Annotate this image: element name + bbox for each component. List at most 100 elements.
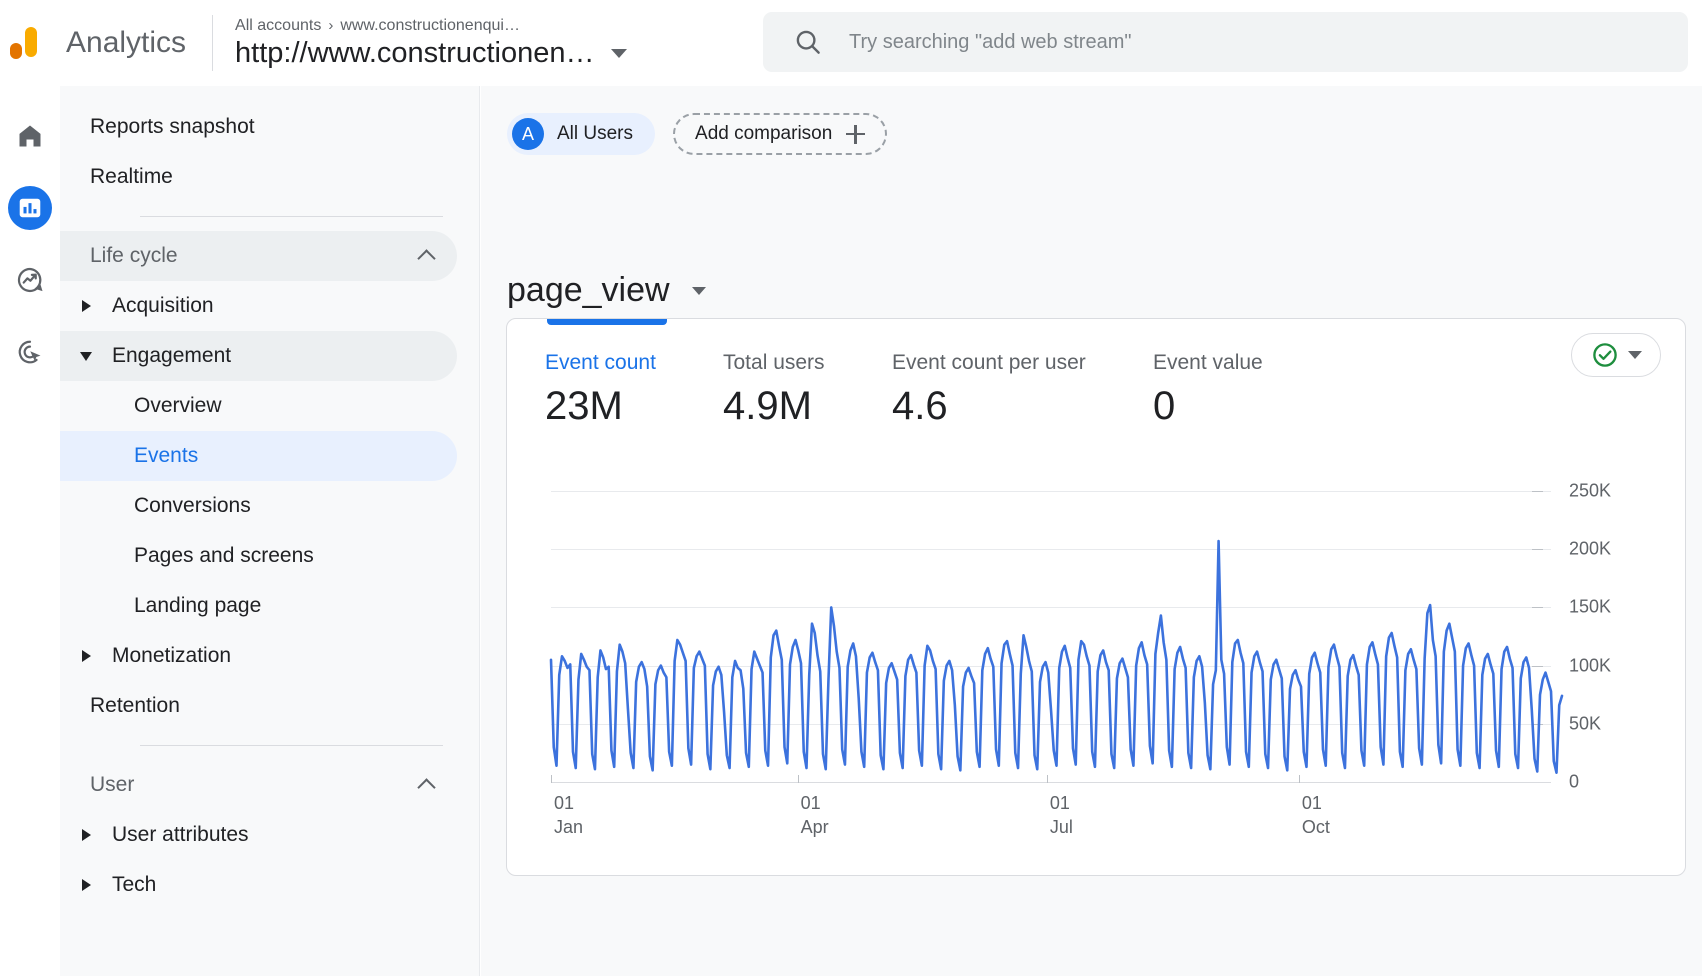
metric-value: 4.6 xyxy=(892,384,948,428)
metric-event-value[interactable]: Event value 0 xyxy=(1153,351,1353,429)
ads-click-target-icon xyxy=(18,340,41,364)
search-bar[interactable]: Try searching "add web stream" xyxy=(763,12,1688,72)
triangle-right-icon[interactable] xyxy=(60,879,112,891)
metric-label: Event value xyxy=(1153,351,1263,374)
metric-value: 23M xyxy=(545,384,623,428)
sidebar-item-label: Conversions xyxy=(134,494,251,517)
rail-reports-button[interactable] xyxy=(8,186,52,230)
sidebar-item-overview[interactable]: Overview xyxy=(60,381,457,431)
page-title: page_view xyxy=(507,271,670,309)
chart-x-tick-label: 01 Jan xyxy=(554,793,584,837)
breadcrumb-separator-icon: › xyxy=(328,17,334,34)
chart-x-tick-label: 01 Apr xyxy=(800,793,829,837)
sidebar-divider-1 xyxy=(140,216,443,217)
add-comparison-label: Add comparison xyxy=(695,123,833,144)
chevron-up-icon[interactable] xyxy=(417,778,436,797)
breadcrumb-root: All accounts xyxy=(235,16,322,34)
sidebar-item-events[interactable]: Events xyxy=(60,431,457,481)
property-title[interactable]: http://www.constructionen… xyxy=(235,36,627,70)
main-content: A All Users Add comparison page_view Eve… xyxy=(481,86,1702,976)
avatar: A xyxy=(512,118,544,150)
bar-chart-icon xyxy=(19,198,41,218)
sidebar-section-user[interactable]: User xyxy=(60,760,457,810)
sidebar-item-monetization[interactable]: Monetization xyxy=(60,631,457,681)
sidebar-item-label: Events xyxy=(134,444,199,467)
plus-icon xyxy=(846,124,866,144)
data-quality-button[interactable] xyxy=(1571,333,1661,377)
sidebar-section-label: Life cycle xyxy=(90,244,178,267)
search-input[interactable]: Try searching "add web stream" xyxy=(849,31,1131,54)
breadcrumb: All accounts › www.constructionenqui… xyxy=(235,17,626,35)
metric-label: Event count xyxy=(545,351,656,374)
rail-explore-button[interactable] xyxy=(8,258,52,302)
sidebar-item-landing-page[interactable]: Landing page xyxy=(60,581,457,631)
event-overview-card: Event count 23M Total users 4.9M Event c… xyxy=(506,318,1686,876)
chart-series-path xyxy=(549,539,1564,774)
rail-home-button[interactable] xyxy=(8,114,52,158)
triangle-right-icon[interactable] xyxy=(60,650,112,662)
property-name: http://www.constructionen… xyxy=(235,36,595,69)
sidebar-item-label: User attributes xyxy=(112,823,249,846)
sidebar-item-label: Tech xyxy=(112,873,157,896)
header-divider xyxy=(212,15,214,71)
chevron-down-icon[interactable] xyxy=(691,286,706,295)
sidebar-item-retention[interactable]: Retention xyxy=(60,681,457,731)
sidebar-item-label: Overview xyxy=(134,394,222,417)
home-icon xyxy=(19,125,41,147)
event-name-selector[interactable]: page_view xyxy=(507,271,706,310)
all-users-chip[interactable]: A All Users xyxy=(507,113,656,155)
metric-total-users[interactable]: Total users 4.9M xyxy=(723,351,892,429)
metric-label: Total users xyxy=(723,351,825,374)
sidebar-item-label: Reports snapshot xyxy=(90,115,255,138)
all-users-label: All Users xyxy=(557,123,634,144)
comparison-row: A All Users Add comparison xyxy=(507,113,888,155)
sidebar-section-life-cycle[interactable]: Life cycle xyxy=(60,231,457,281)
triangle-right-icon[interactable] xyxy=(60,300,112,312)
sidebar-item-user-attributes[interactable]: User attributes xyxy=(60,810,457,860)
add-comparison-button[interactable]: Add comparison xyxy=(673,113,888,155)
triangle-right-icon[interactable] xyxy=(60,829,112,841)
sidebar-item-label: Monetization xyxy=(112,644,232,667)
sidebar-item-conversions[interactable]: Conversions xyxy=(60,481,457,531)
sidebar-item-engagement[interactable]: Engagement xyxy=(60,331,457,381)
chart-x-tick-label: 01 Jul xyxy=(1049,793,1073,837)
icon-rail xyxy=(0,86,60,976)
analytics-logo-icon xyxy=(8,21,52,65)
metric-value: 0 xyxy=(1153,384,1176,428)
sidebar-item-label: Engagement xyxy=(112,344,232,367)
chevron-down-icon[interactable] xyxy=(610,48,627,58)
chevron-down-icon[interactable] xyxy=(1627,351,1642,359)
active-tab-indicator xyxy=(547,319,667,325)
breadcrumb-property: www.constructionenqui… xyxy=(340,16,520,34)
sidebar-item-label: Retention xyxy=(90,694,180,717)
metric-value: 4.9M xyxy=(723,384,812,428)
green-check-circle-icon xyxy=(1592,343,1617,367)
top-bar: Analytics All accounts › www.constructio… xyxy=(0,0,1702,86)
chart-line-series xyxy=(549,539,1564,774)
metric-summary-row: Event count 23M Total users 4.9M Event c… xyxy=(545,351,1655,429)
rail-advertising-button[interactable] xyxy=(8,330,52,374)
metric-label: Event count per user xyxy=(892,351,1086,374)
explore-trend-icon xyxy=(17,267,43,293)
triangle-down-icon[interactable] xyxy=(60,351,112,361)
metric-event-count[interactable]: Event count 23M xyxy=(545,351,723,429)
sidebar-item-label: Pages and screens xyxy=(134,544,314,567)
account-selector[interactable]: All accounts › www.constructionenqui… ht… xyxy=(235,17,627,70)
sidebar-section-label: User xyxy=(90,773,135,796)
sidebar-item-realtime[interactable]: Realtime xyxy=(60,152,457,202)
sidebar-item-label: Realtime xyxy=(90,165,173,188)
event-count-timeseries-chart: 0 50K 100K 150K 200K 250K 01 Jan 01 Apr 01 Jul 01 Oc… xyxy=(529,477,1665,847)
sidebar-divider-2 xyxy=(140,745,443,746)
sidebar-nav: Reports snapshot Realtime Life cycle Acq… xyxy=(60,86,480,976)
metric-event-count-per-user[interactable]: Event count per user 4.6 xyxy=(892,351,1153,429)
brand-name: Analytics xyxy=(66,26,187,59)
sidebar-item-acquisition[interactable]: Acquisition xyxy=(60,281,457,331)
sidebar-item-label: Acquisition xyxy=(112,294,214,317)
chevron-up-icon[interactable] xyxy=(417,249,436,268)
sidebar-item-tech[interactable]: Tech xyxy=(60,860,457,910)
sidebar-item-pages-and-screens[interactable]: Pages and screens xyxy=(60,531,457,581)
sidebar-item-label: Landing page xyxy=(134,594,262,617)
chart-x-tick-label: 01 Oct xyxy=(1301,793,1330,837)
search-icon xyxy=(796,30,820,54)
sidebar-item-reports-snapshot[interactable]: Reports snapshot xyxy=(60,102,457,152)
